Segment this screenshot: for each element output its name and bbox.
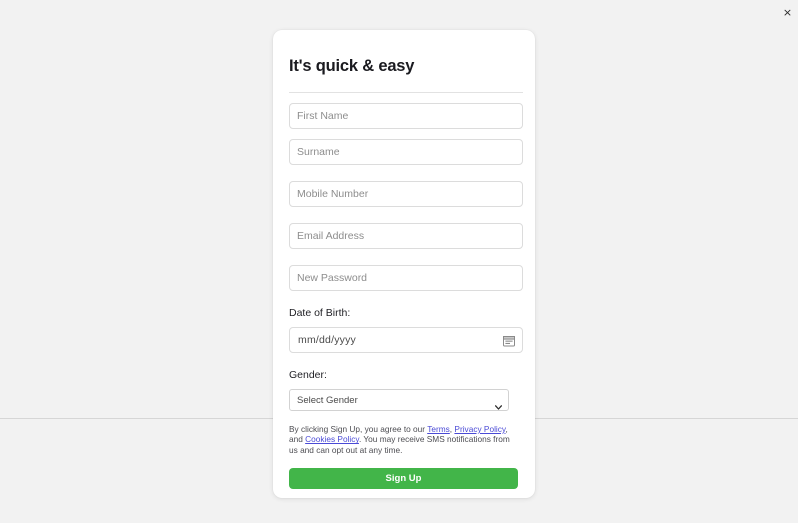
legal-text-part-1: By clicking Sign Up, you agree to our (289, 424, 428, 434)
gender-label: Gender: (289, 369, 327, 381)
email-address-input[interactable] (289, 223, 523, 249)
sign-up-button[interactable]: Sign Up (289, 467, 518, 489)
gender-select[interactable]: Select Gender Female Male Custom (289, 389, 509, 411)
terms-link[interactable]: Terms (427, 424, 450, 434)
legal-disclaimer: By clicking Sign Up, you agree to our Te… (289, 424, 515, 455)
date-of-birth-value: mm/dd/yyyy (298, 334, 357, 346)
first-name-input[interactable] (289, 103, 523, 129)
close-icon[interactable]: × (782, 7, 793, 18)
mobile-number-input[interactable] (289, 181, 523, 207)
surname-input[interactable] (289, 139, 523, 165)
calendar-icon[interactable] (503, 334, 515, 347)
new-password-input[interactable] (289, 265, 523, 291)
cookies-policy-link[interactable]: Cookies Policy (305, 434, 359, 444)
signup-form: It's quick & easy Date of Birth: mm/dd/y… (289, 30, 523, 489)
signup-modal: It's quick & easy Date of Birth: mm/dd/y… (273, 30, 535, 498)
title-divider (289, 92, 523, 93)
privacy-policy-link[interactable]: Privacy Policy (454, 424, 505, 434)
gender-select-wrapper: Select Gender Female Male Custom (289, 389, 509, 411)
date-of-birth-label: Date of Birth: (289, 307, 351, 319)
page-title: It's quick & easy (289, 57, 415, 75)
date-of-birth-input[interactable]: mm/dd/yyyy (289, 327, 523, 353)
